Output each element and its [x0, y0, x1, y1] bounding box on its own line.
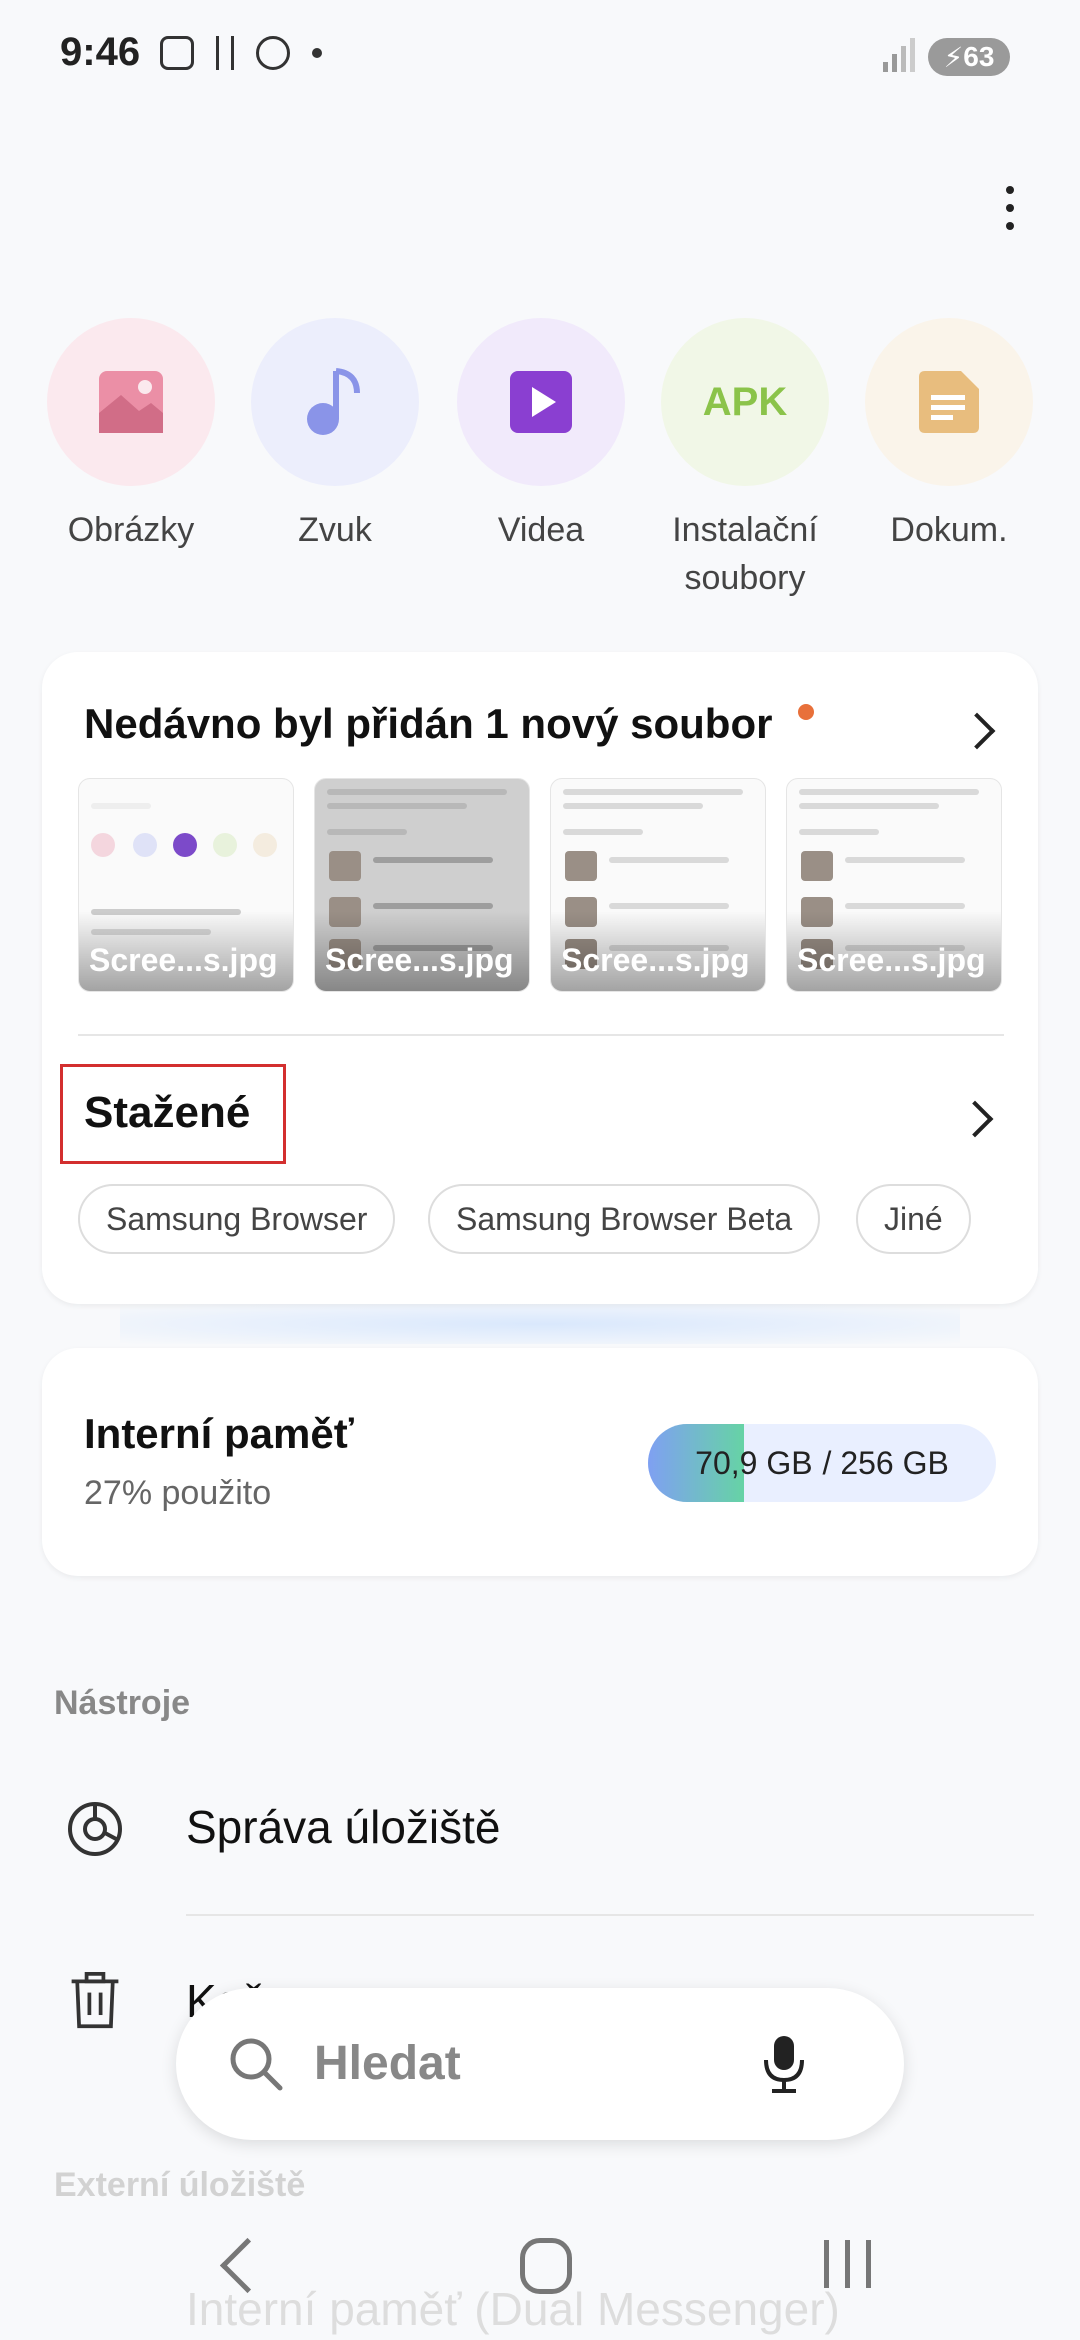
category-documents[interactable]: Dokum. — [864, 318, 1034, 554]
thumbnail-caption: Scree...s.jpg — [325, 942, 514, 978]
storage-manager-icon — [68, 1802, 122, 1856]
recent-file-thumbnail[interactable]: Scree...s.jpg — [314, 778, 530, 992]
tool-item-storage-manager[interactable]: Správa úložiště — [0, 1770, 1080, 1890]
search-input[interactable]: Hledat — [314, 2036, 461, 2091]
microphone-icon[interactable] — [762, 2034, 806, 2094]
status-time: 9:46 — [60, 30, 141, 74]
recent-file-thumbnail[interactable]: Scree...s.jpg — [786, 778, 1002, 992]
thumbnail-caption: Scree...s.jpg — [561, 942, 750, 978]
battery-level: 63 — [963, 41, 995, 72]
thumbnail-caption: Scree...s.jpg — [797, 942, 986, 978]
trash-icon — [71, 1972, 119, 2029]
recent-files-title[interactable]: Nedávno byl přidán 1 nový soubor — [84, 700, 772, 748]
category-installers[interactable]: APK Instalační soubory — [660, 318, 830, 602]
charging-bolt-icon: ⚡ — [943, 41, 964, 73]
screenshot-icon — [160, 36, 194, 70]
category-label: Videa — [497, 511, 585, 549]
storage-title: Interní paměť — [84, 1410, 354, 1457]
search-bar[interactable] — [176, 1988, 904, 2140]
recent-file-thumbnail[interactable]: Scree...s.jpg — [550, 778, 766, 992]
category-audio[interactable]: Zvuk — [250, 318, 420, 554]
category-label: Obrázky — [67, 511, 195, 549]
tool-label: Správa úložiště — [186, 1801, 501, 1853]
recent-file-thumbnail[interactable]: Scree...s.jpg — [78, 778, 294, 992]
category-label: Dokum. — [890, 511, 1008, 549]
status-bar: 9:46 ⚡ 63 — [0, 0, 1080, 120]
category-label: Instalační soubory — [672, 511, 818, 597]
nav-recents-button[interactable] — [824, 2240, 871, 2288]
external-item-label[interactable]: Interní paměť (Dual Messenger) — [186, 2282, 840, 2336]
image-icon — [47, 318, 215, 486]
usb-icon — [216, 36, 234, 70]
category-label: Zvuk — [298, 511, 372, 549]
search-icon — [230, 2038, 283, 2091]
card-divider — [78, 1034, 1004, 1036]
more-options-icon — [1006, 186, 1014, 194]
download-source-chip[interactable]: Jiné — [856, 1184, 971, 1254]
battery-indicator: ⚡ 63 — [928, 38, 1010, 76]
document-icon — [865, 318, 1033, 486]
tool-divider — [186, 1914, 1034, 1916]
new-indicator-dot — [798, 704, 814, 720]
card-glow — [120, 1304, 960, 1344]
signal-icon — [883, 38, 915, 72]
storage-usage-bar: 70,9 GB / 256 GB — [648, 1424, 996, 1502]
notification-dot-icon — [312, 48, 322, 58]
apk-icon: APK — [661, 318, 829, 486]
video-icon — [457, 318, 625, 486]
nav-home-button[interactable] — [520, 2238, 572, 2294]
apk-icon-text: APK — [702, 379, 788, 424]
music-note-icon — [251, 318, 419, 486]
more-options-button[interactable] — [1000, 186, 1020, 240]
category-images[interactable]: Obrázky — [46, 318, 216, 554]
storage-total: / 256 GB — [822, 1444, 949, 1481]
download-source-chip[interactable]: Samsung Browser — [78, 1184, 396, 1254]
tools-section-label: Nástroje — [54, 1684, 191, 1722]
thumbnail-caption: Scree...s.jpg — [89, 942, 278, 978]
highlight-box — [60, 1064, 286, 1164]
download-source-chip[interactable]: Samsung Browser Beta — [428, 1184, 821, 1254]
status-icons — [160, 36, 322, 70]
storage-used: 70,9 GB — [695, 1444, 813, 1481]
category-videos[interactable]: Videa — [456, 318, 626, 554]
health-icon — [256, 36, 290, 70]
storage-usage-percent: 27% použito — [84, 1474, 272, 1512]
external-section-label: Externí úložiště — [54, 2166, 306, 2204]
